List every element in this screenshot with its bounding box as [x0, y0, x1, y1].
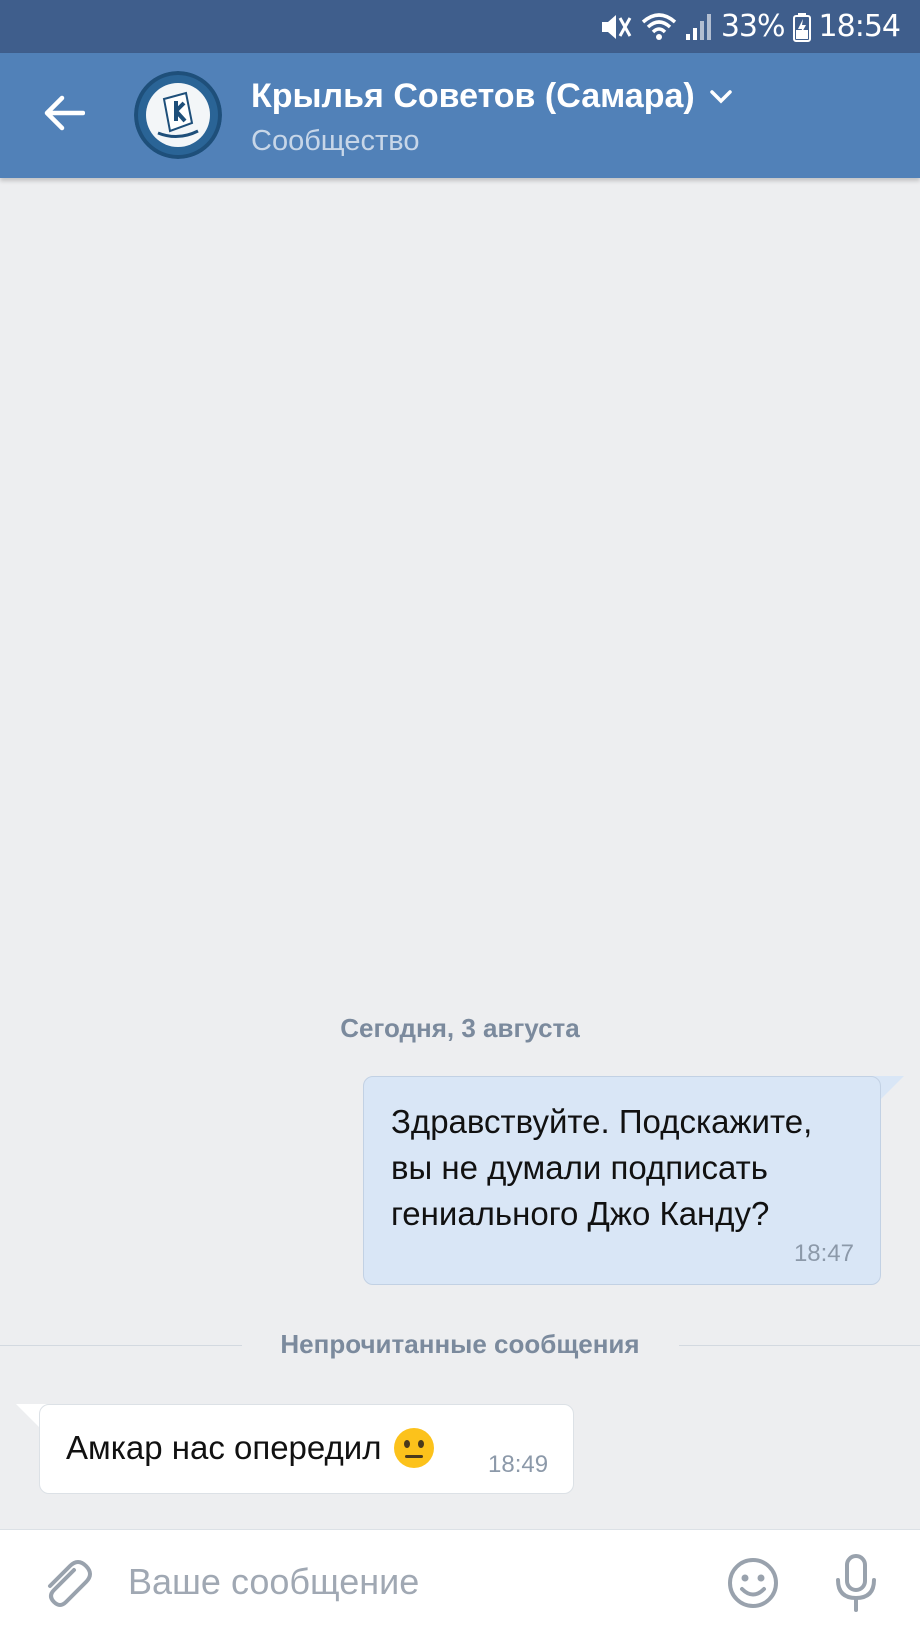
message-composer	[0, 1529, 920, 1637]
header-title-row[interactable]: Крылья Советов (Самара)	[251, 77, 733, 116]
back-button[interactable]	[34, 83, 94, 143]
battery-icon	[792, 12, 811, 42]
message-text: Амкар нас опередил	[66, 1429, 382, 1466]
microphone-icon	[836, 1554, 876, 1612]
page-title: Крылья Советов (Самара)	[251, 77, 695, 115]
message-time: 18:47	[793, 1240, 854, 1267]
krylia-sovetov-logo-icon	[134, 71, 222, 159]
chevron-down-icon	[709, 89, 732, 103]
status-bar: 33% 18:54	[0, 0, 920, 53]
clock: 18:54	[818, 9, 901, 44]
wifi-icon	[641, 12, 676, 40]
voice-message-button[interactable]	[832, 1552, 880, 1614]
chat-header: Крылья Советов (Самара) Сообщество	[0, 53, 920, 178]
outgoing-message-text: Здравствуйте. Подскажите, вы не думали п…	[391, 1099, 861, 1237]
divider	[679, 1345, 920, 1346]
arrow-left-icon	[44, 95, 85, 131]
message-line: Здравствуйте. Подскажите,	[391, 1103, 813, 1140]
battery-percent: 33%	[720, 9, 786, 44]
incoming-message[interactable]: Амкар нас опередил 18:49	[39, 1404, 574, 1494]
message-line: гениального Джо Канду?	[391, 1195, 770, 1232]
attach-button[interactable]	[40, 1556, 92, 1612]
outgoing-message[interactable]: Здравствуйте. Подскажите, вы не думали п…	[363, 1076, 881, 1285]
mute-icon	[601, 14, 632, 39]
community-avatar[interactable]	[134, 71, 222, 159]
unread-separator: Непрочитанные сообщения	[0, 1327, 920, 1363]
emoji-button[interactable]	[726, 1556, 780, 1610]
paperclip-icon	[48, 1560, 92, 1607]
page-subtitle: Сообщество	[251, 125, 420, 157]
message-line: вы не думали подписать	[391, 1149, 768, 1186]
smiley-icon	[728, 1558, 778, 1608]
neutral-face-emoji-icon	[394, 1428, 435, 1468]
message-time: 18:49	[488, 1451, 549, 1478]
date-separator: Сегодня, 3 августа	[340, 1013, 580, 1043]
signal-icon	[685, 13, 711, 40]
status-icons: 33% 18:54	[599, 0, 901, 53]
message-input[interactable]	[128, 1554, 688, 1610]
incoming-message-text: Амкар нас опередил	[66, 1427, 435, 1469]
